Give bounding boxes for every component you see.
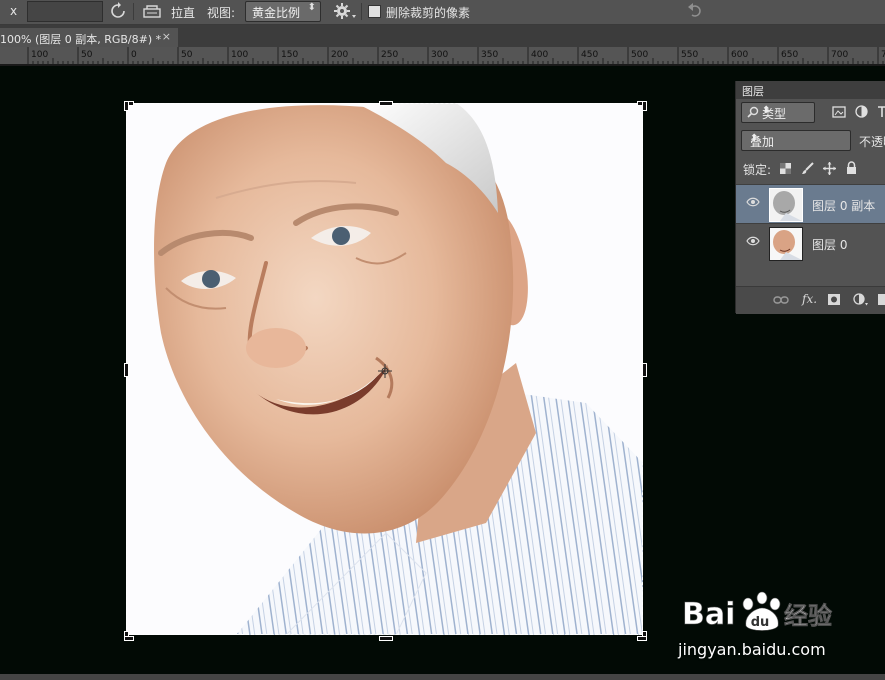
crop-handle-right[interactable]	[642, 363, 647, 377]
ruler-label: 150	[281, 50, 298, 60]
updown-arrow-icon: ⬍	[750, 133, 759, 144]
options-bar: x 拉直 视图: 黄金比例 ⬍ 删除裁剪的像素	[0, 0, 885, 25]
ruler-label: 100	[231, 50, 248, 60]
ruler-label: 650	[781, 50, 798, 60]
straighten-label[interactable]: 拉直	[171, 4, 195, 21]
crop-center-icon	[378, 364, 392, 378]
layer-thumbnail	[769, 227, 803, 261]
eye-icon[interactable]	[746, 197, 760, 207]
layers-panel-footer: fx.	[736, 286, 885, 314]
ruler-label: 200	[331, 50, 348, 60]
blend-mode-select[interactable]: 叠加 ⬍	[741, 130, 851, 151]
ruler-shadow	[0, 64, 885, 66]
ruler-label: 250	[381, 50, 398, 60]
close-icon[interactable]: ×	[162, 30, 171, 43]
delete-cropped-label[interactable]: 删除裁剪的像素	[386, 4, 470, 21]
type-filter-icon[interactable]	[877, 105, 885, 118]
document-tab-title: 100% (图层 0 副本, RGB/8#) *	[0, 33, 162, 46]
separator	[133, 3, 134, 20]
fx-icon[interactable]: fx.	[802, 292, 817, 306]
ruler-label: 100	[31, 50, 48, 60]
svg-text:du: du	[751, 615, 770, 630]
straighten-icon[interactable]	[142, 2, 162, 20]
ruler-label: 0	[131, 50, 137, 60]
new-group-icon[interactable]	[878, 294, 885, 305]
gear-icon[interactable]	[333, 2, 357, 20]
pixel-filter-icon[interactable]	[832, 106, 846, 118]
reset-icon[interactable]	[686, 2, 706, 20]
crop-handle-bottom[interactable]	[379, 636, 393, 641]
layer-name[interactable]: 图层 0	[812, 236, 847, 253]
layer-name[interactable]: 图层 0 副本	[812, 197, 875, 214]
ruler-label: 300	[431, 50, 448, 60]
crop-handle-left[interactable]	[124, 363, 129, 377]
lock-icon[interactable]	[846, 161, 857, 175]
svg-text:经验: 经验	[784, 602, 832, 630]
layer-kind-filter[interactable]: 类型 ⬍	[741, 102, 815, 123]
watermark-site: jingyan.baidu.com	[678, 640, 826, 659]
view-overlay-value: 黄金比例	[252, 6, 301, 20]
lock-transparent-icon[interactable]	[780, 163, 791, 174]
search-icon	[747, 106, 759, 118]
layers-panel: 图层 类型 ⬍ 叠加 ⬍ 不透明 锁定:	[735, 81, 885, 314]
move-icon[interactable]	[823, 162, 836, 175]
crop-handle-bottom-right[interactable]	[637, 636, 647, 641]
ruler-ticks: 100 50 0 50 100 150 200 250 300 350 400 450 500 550 60…	[27, 47, 885, 64]
layer-row-base[interactable]: 图层 0	[736, 223, 885, 262]
status-bar	[0, 674, 885, 680]
watermark: Bai du 经验 jingyan.baidu.com	[678, 586, 842, 659]
opacity-label[interactable]: 不透明	[859, 133, 885, 150]
ruler-label: 400	[531, 50, 548, 60]
adjustment-layer-icon[interactable]	[853, 293, 869, 306]
ruler-label: 550	[681, 50, 698, 60]
crop-handle-top[interactable]	[379, 101, 393, 106]
crop-handle-top-left-v[interactable]	[124, 101, 129, 111]
ratio-height-input[interactable]	[27, 1, 103, 22]
view-overlay-select[interactable]: 黄金比例 ⬍	[245, 1, 321, 22]
horizontal-ruler: 100 50 0 50 100 150 200 250 300 350 400 450 500 550 60…	[0, 47, 885, 64]
x-label: x	[10, 4, 18, 18]
svg-text:Bai: Bai	[682, 597, 735, 632]
layer-thumbnail	[769, 188, 803, 222]
document-tab-bar: 100% (图层 0 副本, RGB/8#) * ×	[0, 25, 885, 47]
view-label: 视图:	[207, 6, 236, 20]
crop-handle-top-right-v[interactable]	[642, 101, 647, 111]
separator	[361, 3, 362, 20]
ruler-label: 700	[831, 50, 848, 60]
layers-panel-header: 图层	[736, 81, 885, 99]
delete-cropped-checkbox[interactable]	[368, 5, 381, 18]
baidu-logo: Bai du 经验	[682, 591, 832, 632]
adjustment-filter-icon[interactable]	[855, 105, 868, 118]
ruler-label: 50	[81, 50, 93, 60]
layer-row-copy[interactable]: 图层 0 副本	[736, 184, 885, 223]
ruler-label: 500	[631, 50, 648, 60]
ruler-label: 50	[181, 50, 193, 60]
mask-icon[interactable]	[828, 294, 840, 305]
ruler-label: 750	[881, 50, 885, 60]
clear-icon[interactable]	[109, 2, 127, 20]
lock-label: 锁定:	[743, 163, 772, 177]
updown-arrow-icon: ⬍	[307, 2, 316, 13]
ruler-label: 350	[481, 50, 498, 60]
eye-icon[interactable]	[746, 236, 760, 246]
layers-panel-title[interactable]: 图层	[742, 83, 764, 99]
crop-handle-bottom-left[interactable]	[124, 636, 134, 641]
ruler-label: 600	[731, 50, 748, 60]
document-tab[interactable]: 100% (图层 0 副本, RGB/8#) * ×	[0, 28, 178, 47]
ruler-label: 450	[581, 50, 598, 60]
updown-arrow-icon: ⬍	[762, 105, 771, 116]
link-icon[interactable]	[773, 295, 789, 305]
brush-icon[interactable]	[801, 162, 814, 175]
